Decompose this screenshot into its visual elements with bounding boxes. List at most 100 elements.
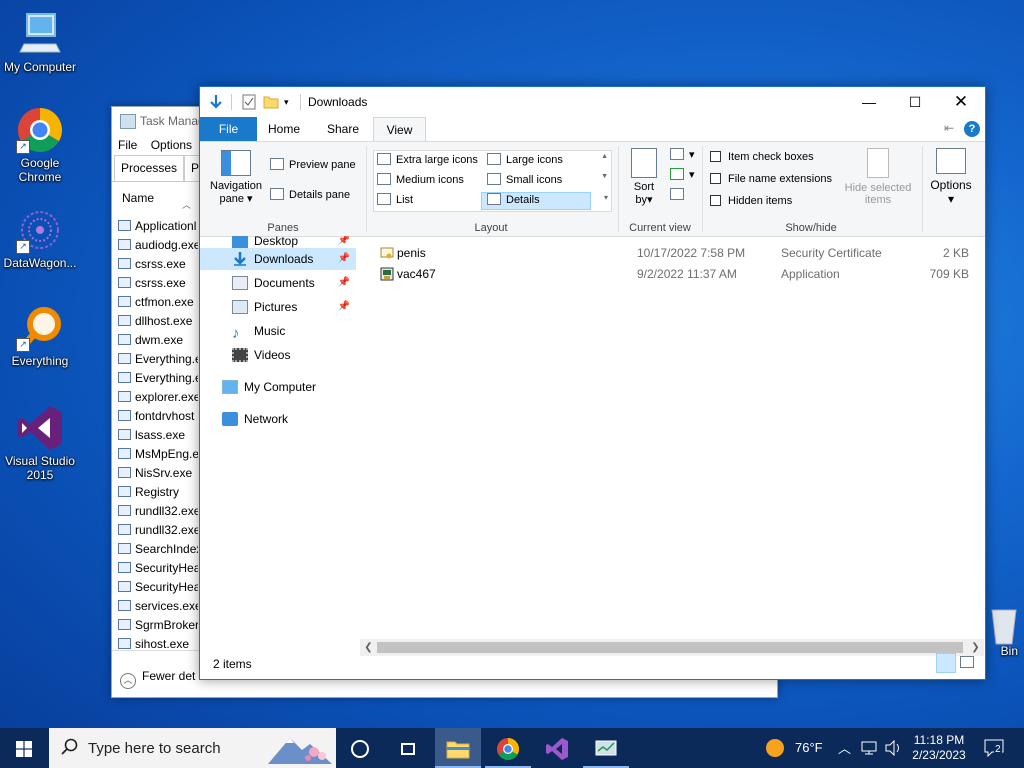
start-button[interactable] — [0, 728, 48, 768]
process-row[interactable]: fontdrvhost — [112, 407, 198, 426]
navigation-pane-button[interactable]: Navigation pane ▾ — [206, 150, 266, 205]
group-by-button[interactable]: ▾ — [670, 148, 695, 161]
process-row[interactable]: rundll32.exe — [112, 502, 198, 521]
details-pane-button[interactable]: Details pane — [270, 188, 350, 201]
checkbox[interactable] — [710, 195, 721, 206]
process-row[interactable]: NisSrv.exe — [112, 464, 198, 483]
layout-small-icons[interactable]: Small icons — [487, 173, 562, 186]
scroll-left-icon[interactable]: ❮ — [360, 639, 377, 656]
close-button[interactable]: ✕ — [938, 87, 984, 117]
new-folder-icon[interactable] — [263, 94, 279, 110]
checkbox[interactable] — [710, 173, 721, 184]
tab-processes[interactable]: Processes — [114, 155, 185, 181]
pin-icon[interactable]: 📌 — [338, 248, 350, 270]
nav-item-downloads[interactable]: Downloads 📌 — [200, 248, 356, 270]
scrollbar-thumb[interactable] — [377, 642, 963, 653]
process-row[interactable]: SecurityHea — [112, 578, 198, 597]
maximize-button[interactable]: ☐ — [892, 87, 938, 117]
pin-ribbon-icon[interactable]: ⇤ — [944, 121, 954, 135]
process-row[interactable]: MsMpEng.e — [112, 445, 198, 464]
nav-item-pictures[interactable]: Pictures 📌 — [200, 296, 356, 318]
tab-home[interactable]: Home — [257, 117, 311, 141]
explorer-titlebar[interactable]: ▾ Downloads — ☐ ✕ — [200, 87, 985, 117]
process-row[interactable]: SgrmBroker — [112, 616, 198, 635]
process-row[interactable]: explorer.exe — [112, 388, 198, 407]
horizontal-scrollbar[interactable]: ❮ ❯ — [360, 639, 984, 656]
process-row[interactable]: audiodg.exe — [112, 236, 198, 255]
large-icons-view-toggle-icon[interactable] — [960, 656, 974, 668]
nav-item-my-computer[interactable]: My Computer — [200, 376, 356, 398]
down-arrow-icon[interactable] — [208, 94, 224, 110]
hidden-items-toggle[interactable]: Hidden items — [710, 195, 792, 207]
desktop-icon-datawagon[interactable]: ↗ DataWagon... — [0, 206, 80, 270]
process-row[interactable]: services.exe — [112, 597, 198, 616]
process-row[interactable]: SecurityHea — [112, 559, 198, 578]
layout-details[interactable]: Details — [487, 193, 540, 206]
fewer-details-button[interactable]: ︿ Fewer det — [120, 669, 195, 689]
process-row[interactable]: Registry — [112, 483, 198, 502]
nav-item-videos[interactable]: Videos — [200, 344, 356, 366]
item-check-boxes-toggle[interactable]: Item check boxes — [710, 151, 814, 163]
layout-expand-icon[interactable]: ▾ — [604, 193, 608, 202]
tab-file[interactable]: File — [200, 117, 257, 141]
volume-icon[interactable] — [885, 739, 903, 759]
process-row[interactable]: dllhost.exe — [112, 312, 198, 331]
checkbox[interactable] — [710, 151, 721, 162]
desktop-icon-everything[interactable]: ↗ Everything — [0, 304, 80, 368]
sort-by-button[interactable]: Sort by▾ — [628, 148, 660, 206]
taskbar-task-manager[interactable] — [583, 728, 629, 768]
taskbar-file-explorer[interactable] — [435, 728, 481, 768]
process-row[interactable]: rundll32.exe — [112, 521, 198, 540]
nav-item-documents[interactable]: Documents 📌 — [200, 272, 356, 294]
nav-item-music[interactable]: ♪ Music — [200, 320, 356, 342]
notification-center-button[interactable]: 2 — [984, 739, 1004, 760]
process-row[interactable]: Everything.e — [112, 369, 198, 388]
details-view-toggle-icon[interactable] — [936, 653, 956, 673]
file-row[interactable]: penis 10/17/2022 7:58 PM Security Certif… — [360, 243, 980, 263]
file-row[interactable]: vac467 9/2/2022 11:37 AM Application 709… — [360, 264, 980, 284]
options-button[interactable]: Options ▾ — [926, 148, 976, 206]
pin-icon[interactable]: 📌 — [338, 296, 350, 318]
layout-list[interactable]: List — [377, 193, 413, 206]
network-icon[interactable] — [861, 740, 879, 759]
desktop-icon-visual-studio[interactable]: Visual Studio 2015 — [0, 404, 80, 482]
hide-selected-items-button[interactable]: Hide selected items — [840, 148, 916, 206]
clock[interactable]: 11:18 PM 2/23/2023 — [908, 728, 970, 768]
layout-scroll-down-icon[interactable]: ▼ — [601, 173, 608, 180]
tab-share[interactable]: Share — [315, 117, 371, 141]
layout-scroll-up-icon[interactable]: ▲ — [601, 153, 608, 160]
layout-large-icons[interactable]: Large icons — [487, 153, 563, 166]
customize-quick-access-chevron-icon[interactable]: ▾ — [284, 94, 289, 110]
show-hidden-icons-chevron-icon[interactable]: ︿ — [838, 738, 851, 757]
process-row[interactable]: dwm.exe — [112, 331, 198, 350]
weather-widget[interactable]: 76°F — [764, 728, 828, 768]
layout-extra-large-icons[interactable]: Extra large icons — [377, 153, 478, 166]
tab-view[interactable]: View — [373, 117, 426, 142]
taskbar-search-box[interactable]: Type here to search — [49, 728, 336, 768]
nav-item-network[interactable]: Network — [200, 408, 356, 430]
taskbar-chrome[interactable] — [485, 728, 531, 768]
file-explorer-window[interactable]: ▾ Downloads — ☐ ✕ File Home Share View ⇤… — [199, 86, 986, 680]
taskbar-visual-studio[interactable] — [534, 728, 580, 768]
preview-pane-button[interactable]: Preview pane — [270, 158, 356, 171]
minimize-button[interactable]: — — [846, 87, 892, 117]
help-icon[interactable]: ? — [964, 121, 980, 137]
process-row[interactable]: csrss.exe — [112, 274, 198, 293]
process-row[interactable]: ctfmon.exe — [112, 293, 198, 312]
cortana-button[interactable] — [340, 728, 380, 768]
process-row[interactable]: Applicationl — [112, 217, 198, 236]
layout-medium-icons[interactable]: Medium icons — [377, 173, 464, 186]
task-view-button[interactable] — [388, 728, 428, 768]
process-row[interactable]: csrss.exe — [112, 255, 198, 274]
menu-options[interactable]: Options — [151, 138, 192, 152]
menu-file[interactable]: File — [118, 138, 137, 152]
properties-checkmark-icon[interactable] — [242, 94, 256, 110]
process-row[interactable]: Everything.e — [112, 350, 198, 369]
scroll-right-icon[interactable]: ❯ — [967, 639, 984, 656]
pin-icon[interactable]: 📌 — [338, 272, 350, 294]
process-row[interactable]: lsass.exe — [112, 426, 198, 445]
process-row[interactable]: SearchIndex — [112, 540, 198, 559]
desktop-icon-my-computer[interactable]: My Computer — [0, 10, 80, 74]
size-all-columns-button[interactable] — [670, 188, 689, 201]
add-columns-button[interactable]: ▾ — [670, 168, 695, 181]
